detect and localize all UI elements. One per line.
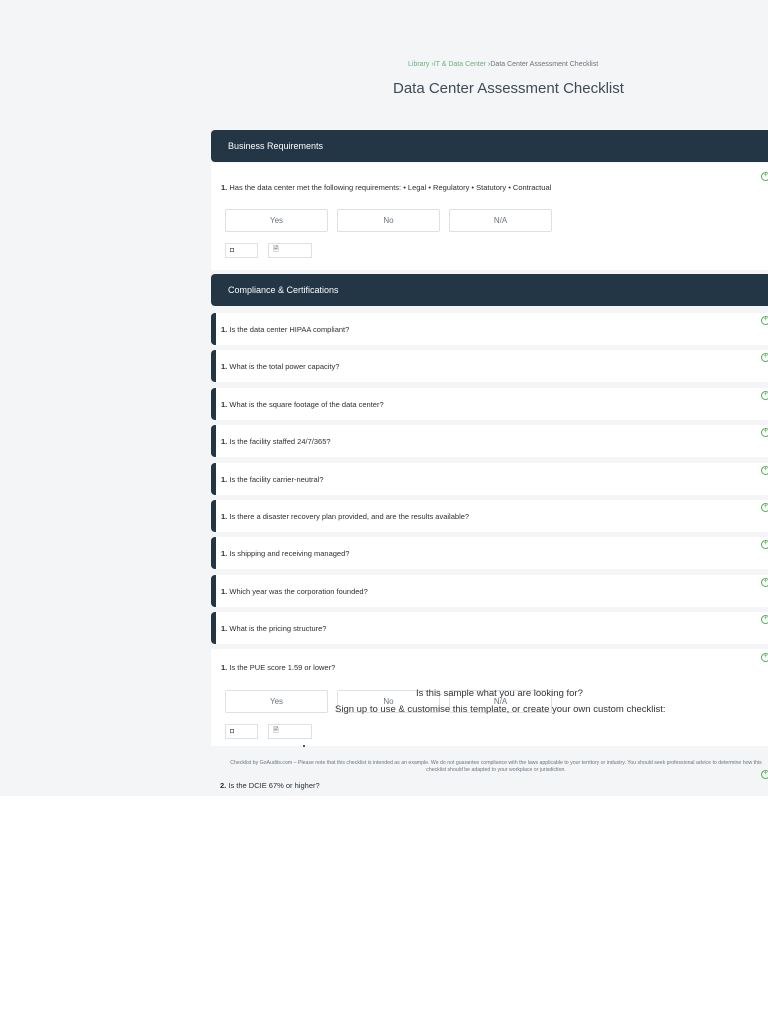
question-card: 1. Has the data center met the following… xyxy=(211,163,768,270)
add-photo-button[interactable]: ◘ xyxy=(225,724,258,739)
add-photo-button[interactable]: ◘ xyxy=(225,243,258,258)
plus-circle-icon[interactable]: + xyxy=(761,503,768,512)
answer-na-button[interactable]: N/A xyxy=(449,209,552,232)
question-text: 1. What is the total power capacity? xyxy=(221,362,340,371)
question-row[interactable]: 1. Is the facility staffed 24/7/365? xyxy=(211,425,768,457)
signup-prompt-heading: Is this sample what you are looking for? xyxy=(416,688,583,699)
question-row[interactable]: 1. What is the total power capacity? xyxy=(211,350,768,382)
question-row[interactable]: 1. What is the pricing structure? xyxy=(211,612,768,644)
plus-circle-icon[interactable]: + xyxy=(761,172,768,181)
question-text: 1. Is the facility staffed 24/7/365? xyxy=(221,437,331,446)
add-note-button[interactable]: 🗎 xyxy=(268,724,312,739)
section-title: Business Requirements xyxy=(228,141,324,151)
question-row[interactable]: 1. Is the facility carrier-neutral? xyxy=(211,463,768,495)
section-header-business-requirements[interactable]: Business Requirements xyxy=(211,130,768,162)
question-row[interactable]: 1. Is there a disaster recovery plan pro… xyxy=(211,500,768,532)
question-text: 1. Which year was the corporation founde… xyxy=(221,587,368,596)
page-title: Data Center Assessment Checklist xyxy=(393,80,624,97)
answer-yes-button[interactable]: Yes xyxy=(225,209,328,232)
plus-circle-icon[interactable]: + xyxy=(761,353,768,362)
answer-no-button[interactable]: No xyxy=(337,209,440,232)
disclaimer-text: Checklist by GoAudits.com – Please note … xyxy=(230,760,762,773)
breadcrumb-current: ›Data Center Assessment Checklist xyxy=(488,61,599,68)
question-number: 1. xyxy=(221,183,228,192)
question-text: 1. Is the facility carrier-neutral? xyxy=(221,475,324,484)
section-header-compliance-certifications[interactable]: Compliance & Certifications xyxy=(211,274,768,306)
plus-circle-icon[interactable]: + xyxy=(761,578,768,587)
question-row[interactable]: 1. What is the square footage of the dat… xyxy=(211,388,768,420)
plus-circle-icon[interactable]: + xyxy=(761,466,768,475)
breadcrumb-library-link[interactable]: Library xyxy=(408,61,429,68)
question-text: 1. Is the PUE score 1.59 or lower? xyxy=(221,663,336,672)
question-text: 1. Is shipping and receiving managed? xyxy=(221,549,350,558)
question-text: 1. What is the pricing structure? xyxy=(221,624,327,633)
question-text: 1. Is the data center HIPAA compliant? xyxy=(221,325,350,334)
camera-icon: ◘ xyxy=(230,728,235,735)
question-text: 1. Has the data center met the following… xyxy=(221,183,551,192)
question-row[interactable]: 1. Which year was the corporation founde… xyxy=(211,575,768,607)
plus-circle-icon[interactable]: + xyxy=(761,615,768,624)
plus-circle-icon[interactable]: + xyxy=(761,770,768,779)
plus-circle-icon[interactable]: + xyxy=(761,391,768,400)
separator-dot xyxy=(303,745,305,747)
breadcrumb: Library ›IT & Data Center ›Data Center A… xyxy=(408,61,598,68)
plus-circle-icon[interactable]: + xyxy=(761,428,768,437)
plus-circle-icon[interactable]: + xyxy=(761,316,768,325)
question-row[interactable]: 1. Is shipping and receiving managed? xyxy=(211,537,768,569)
signup-prompt-text[interactable]: Sign up to use & customise this template… xyxy=(335,704,666,715)
question-text: 1. Is there a disaster recovery plan pro… xyxy=(221,512,470,521)
question-text: 2. Is the DCIE 67% or higher? xyxy=(220,781,320,790)
document-icon: 🗎 xyxy=(273,727,279,734)
camera-icon: ◘ xyxy=(230,247,235,254)
plus-circle-icon[interactable]: + xyxy=(761,653,768,662)
plus-circle-icon[interactable]: + xyxy=(761,540,768,549)
add-note-button[interactable]: 🗎 xyxy=(268,243,312,258)
section-title: Compliance & Certifications xyxy=(228,285,339,295)
question-row[interactable]: 1. Is the data center HIPAA compliant? xyxy=(211,313,768,345)
answer-yes-button[interactable]: Yes xyxy=(225,690,328,713)
question-label: Has the data center met the following re… xyxy=(229,183,552,192)
document-icon: 🗎 xyxy=(273,246,279,253)
breadcrumb-category-link[interactable]: ›IT & Data Center xyxy=(431,61,486,68)
question-text: 1. What is the square footage of the dat… xyxy=(221,400,384,409)
